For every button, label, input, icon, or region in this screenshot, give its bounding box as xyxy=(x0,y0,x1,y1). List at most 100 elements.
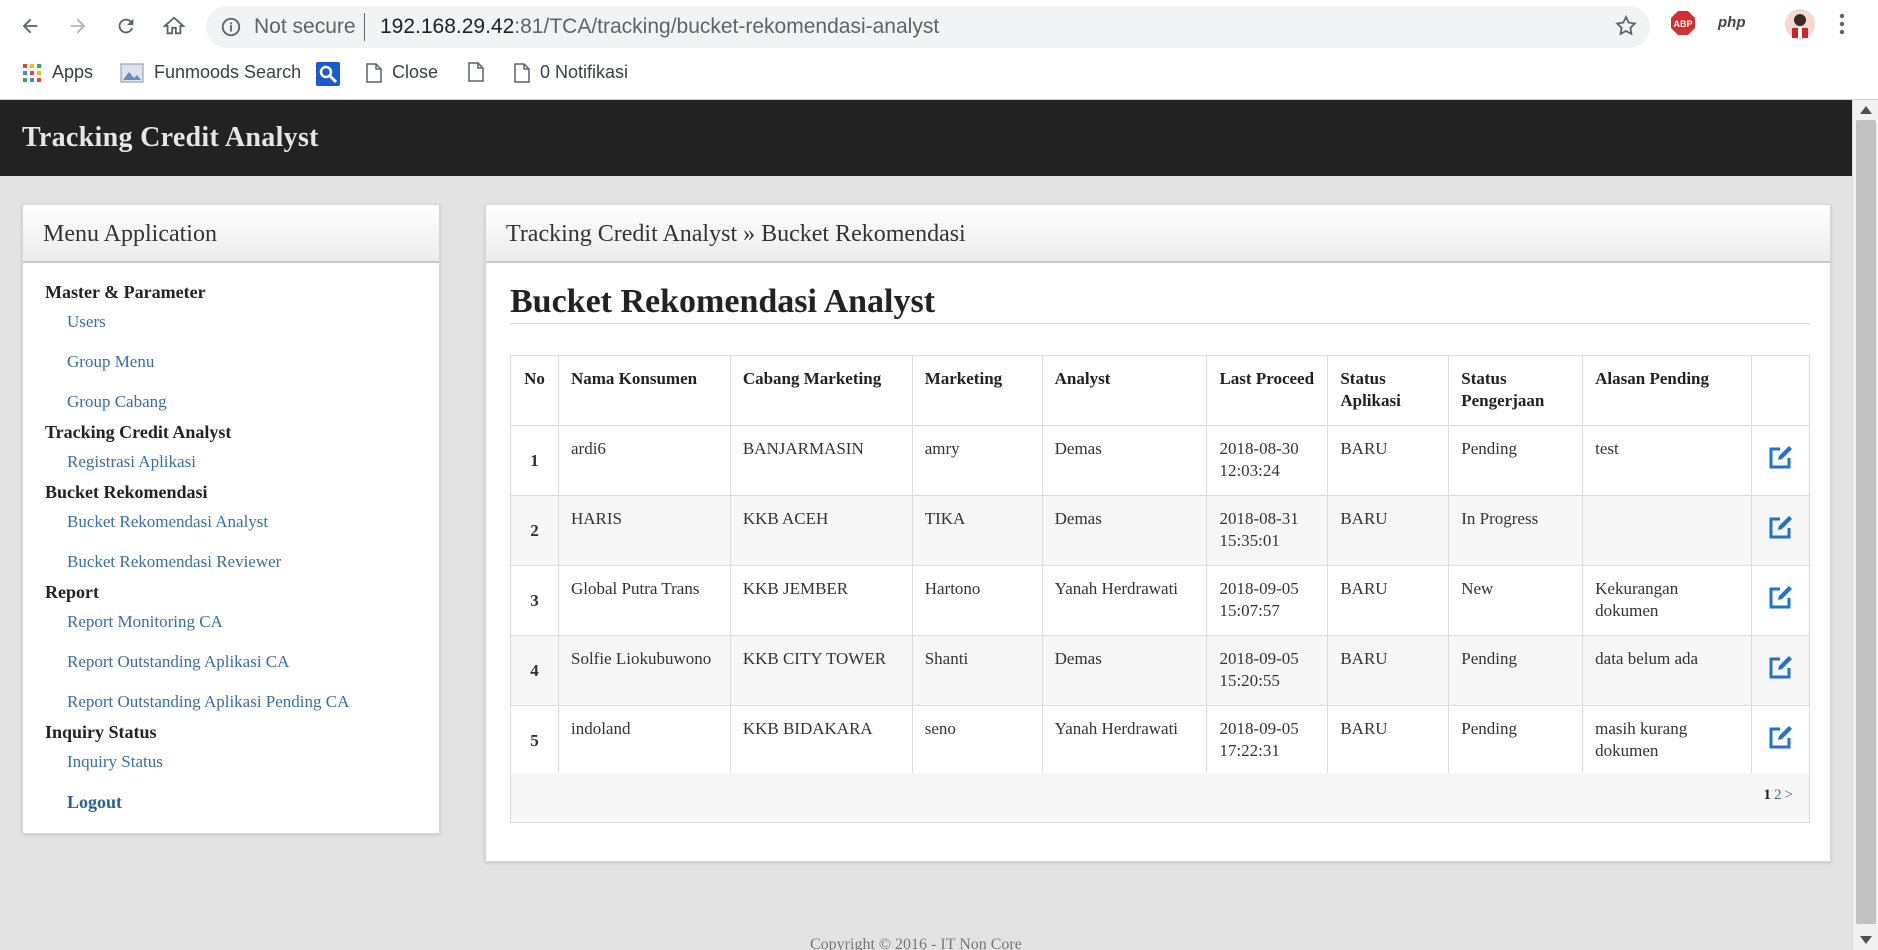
col-marketing: Marketing xyxy=(911,355,1043,426)
cell-status-pengerjaan: Pending xyxy=(1448,425,1584,496)
page-next-link[interactable]: > xyxy=(1785,787,1793,804)
cell-status-aplikasi: BARU xyxy=(1327,565,1450,636)
col-analyst: Analyst xyxy=(1041,355,1208,426)
col-action xyxy=(1750,355,1811,426)
menu-item-report-outstanding[interactable]: Report Outstanding Aplikasi CA xyxy=(45,647,417,677)
menu-group-report: Report xyxy=(45,582,99,602)
bookmark-blank[interactable] xyxy=(468,62,484,82)
cell-status-aplikasi: BARU xyxy=(1327,705,1450,776)
menu-item-bucket-reviewer[interactable]: Bucket Rekomendasi Reviewer xyxy=(45,547,417,577)
menu-item-group-cabang[interactable]: Group Cabang xyxy=(45,387,417,417)
scroll-thumb[interactable] xyxy=(1856,120,1876,924)
url-text: 192.168.29.42:81/TCA/tracking/bucket-rek… xyxy=(380,15,939,39)
cell-status-pengerjaan: Pending xyxy=(1448,635,1584,706)
col-status-pengerjaan: Status Pengerjaan xyxy=(1448,355,1584,426)
main-panel: Tracking Credit Analyst » Bucket Rekomen… xyxy=(485,204,1831,862)
adblock-text: ABP xyxy=(1673,19,1692,29)
cell-marketing: TIKA xyxy=(911,495,1043,566)
search-icon xyxy=(316,62,340,86)
url-path: :81/TCA/tracking/bucket-rekomendasi-anal… xyxy=(514,15,940,38)
scroll-down-arrow[interactable] xyxy=(1860,936,1872,944)
profile-avatar[interactable] xyxy=(1784,8,1816,45)
col-last-proceed: Last Proceed xyxy=(1206,355,1329,426)
cell-no: 5 xyxy=(510,705,559,776)
bookmark-apps[interactable]: Apps xyxy=(22,62,93,83)
page-current: 1 xyxy=(1763,787,1772,803)
edit-icon[interactable] xyxy=(1767,445,1793,471)
cell-alasan xyxy=(1582,495,1752,566)
menu-item-registrasi[interactable]: Registrasi Aplikasi xyxy=(45,447,417,477)
app-header: Tracking Credit Analyst xyxy=(0,100,1852,176)
cell-cabang: KKB ACEH xyxy=(729,495,913,566)
security-label: Not secure xyxy=(254,15,356,38)
table-row: 1 ardi6 BANJARMASIN amry Demas 2018-08-3… xyxy=(510,425,1811,496)
bucket-table: No Nama Konsumen Cabang Marketing Market… xyxy=(510,355,1811,776)
menu-item-group-menu[interactable]: Group Menu xyxy=(45,347,417,377)
cell-no: 3 xyxy=(510,565,559,636)
menu-item-users[interactable]: Users xyxy=(45,307,417,337)
scroll-up-arrow[interactable] xyxy=(1860,106,1872,114)
bookmark-close[interactable]: Close xyxy=(366,62,438,83)
bookmark-search[interactable] xyxy=(316,62,340,86)
browser-toolbar: Not secure 192.168.29.42:81/TCA/tracking… xyxy=(0,0,1878,100)
menu-group-bucket: Bucket Rekomendasi xyxy=(45,482,208,502)
menu-item-report-pending[interactable]: Report Outstanding Aplikasi Pending CA xyxy=(45,687,417,717)
table-row: 5 indoland KKB BIDAKARA seno Yanah Herdr… xyxy=(510,705,1811,776)
cell-marketing: seno xyxy=(911,705,1043,776)
cell-cabang: KKB JEMBER xyxy=(729,565,913,636)
cell-status-pengerjaan: Pending xyxy=(1448,705,1584,776)
address-bar[interactable]: Not secure 192.168.29.42:81/TCA/tracking… xyxy=(206,6,1650,48)
page-scrollbar[interactable] xyxy=(1852,100,1878,950)
bookmark-notifikasi[interactable]: 0 Notifikasi xyxy=(514,62,628,83)
forward-icon[interactable] xyxy=(62,10,94,42)
bookmark-funmoods[interactable]: Funmoods Search xyxy=(120,62,301,83)
edit-icon[interactable] xyxy=(1767,655,1793,681)
edit-icon[interactable] xyxy=(1767,725,1793,751)
menu-item-bucket-analyst[interactable]: Bucket Rekomendasi Analyst xyxy=(45,507,417,537)
cell-cabang: BANJARMASIN xyxy=(729,425,913,496)
sidebar-title: Menu Application xyxy=(23,205,439,263)
cell-status-aplikasi: BARU xyxy=(1327,495,1450,566)
omnibox-divider xyxy=(364,13,365,41)
menu-item-inquiry[interactable]: Inquiry Status xyxy=(45,747,417,777)
col-alasan-pending: Alasan Pending xyxy=(1582,355,1752,426)
chrome-menu-icon[interactable] xyxy=(1838,12,1846,41)
table-header-row: No Nama Konsumen Cabang Marketing Market… xyxy=(510,355,1811,426)
php-extension-icon[interactable]: php xyxy=(1718,14,1746,31)
info-icon[interactable] xyxy=(220,16,242,44)
cell-no: 1 xyxy=(510,425,559,496)
app-title[interactable]: Tracking Credit Analyst xyxy=(22,122,319,154)
cell-marketing: amry xyxy=(911,425,1043,496)
page-icon xyxy=(366,62,382,83)
menu-list: Master & Parameter Users Group Menu Grou… xyxy=(23,263,439,831)
cell-nama: HARIS xyxy=(557,495,731,566)
menu-group-tracking: Tracking Credit Analyst xyxy=(45,422,232,442)
cell-marketing: Hartono xyxy=(911,565,1043,636)
menu-group-inquiry: Inquiry Status xyxy=(45,722,157,742)
reload-icon[interactable] xyxy=(110,10,142,42)
logout-link[interactable]: Logout xyxy=(45,787,417,817)
back-icon[interactable] xyxy=(14,10,46,42)
cell-status-pengerjaan: In Progress xyxy=(1448,495,1584,566)
menu-item-report-monitoring[interactable]: Report Monitoring CA xyxy=(45,607,417,637)
cell-status-aplikasi: BARU xyxy=(1327,635,1450,706)
table-row: 2 HARIS KKB ACEH TIKA Demas 2018-08-31 1… xyxy=(510,495,1811,566)
cell-action xyxy=(1750,565,1811,636)
cell-nama: Solfie Liokubuwono xyxy=(557,635,731,706)
col-no: No xyxy=(510,355,559,426)
cell-last-proceed: 2018-09-05 15:07:57 xyxy=(1206,565,1329,636)
page-2-link[interactable]: 2 xyxy=(1774,787,1782,804)
pagination: 1 2 > xyxy=(1764,787,1793,804)
edit-icon[interactable] xyxy=(1767,585,1793,611)
sidebar-menu: Menu Application Master & Parameter User… xyxy=(22,204,440,834)
page-icon xyxy=(468,62,484,82)
cell-status-aplikasi: BARU xyxy=(1327,425,1450,496)
title-divider xyxy=(510,323,1810,324)
home-icon[interactable] xyxy=(158,10,190,42)
bookmark-star-icon[interactable] xyxy=(1614,14,1638,44)
edit-icon[interactable] xyxy=(1767,515,1793,541)
menu-group-master: Master & Parameter xyxy=(45,282,206,302)
cell-last-proceed: 2018-09-05 15:20:55 xyxy=(1206,635,1329,706)
cell-action xyxy=(1750,705,1811,776)
adblock-icon[interactable]: ABP xyxy=(1670,10,1696,41)
